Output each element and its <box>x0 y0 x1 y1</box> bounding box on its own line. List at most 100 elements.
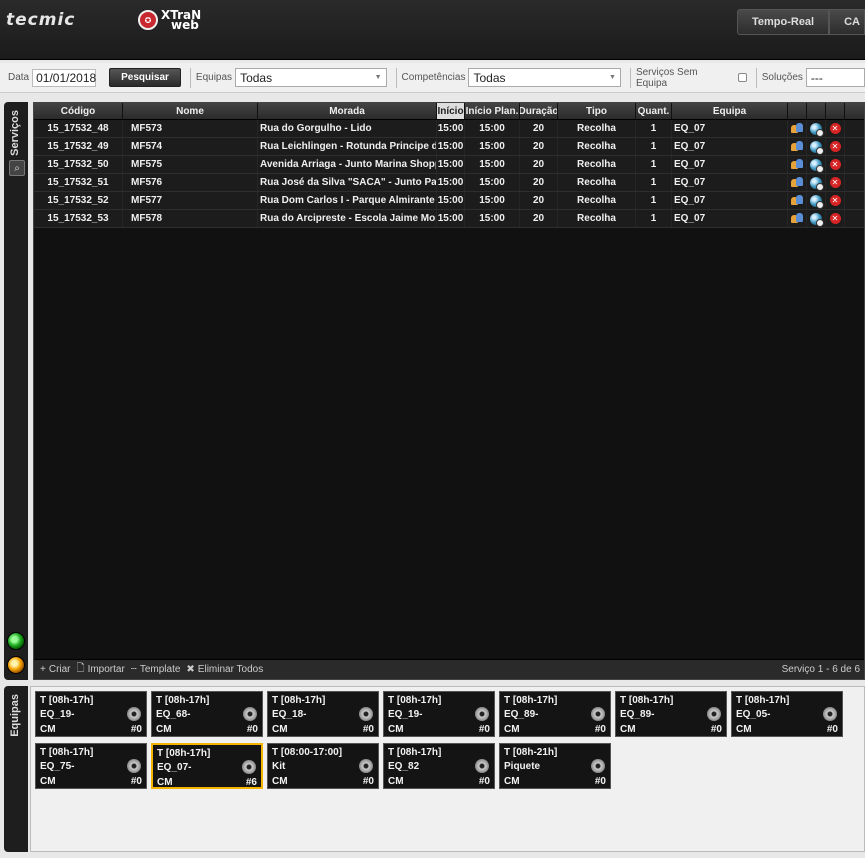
equipas-select[interactable]: Todas ▼ <box>235 68 387 87</box>
team-type: CM <box>736 724 752 735</box>
cell-equipa: EQ_07 <box>672 192 788 209</box>
globe-search-icon[interactable] <box>810 158 824 173</box>
tab-ca[interactable]: CA <box>829 9 865 35</box>
team-shift: T [08h-17h] <box>620 695 674 706</box>
cell-inicio-plan: 15:00 <box>465 210 520 227</box>
app-header: tecmic ✪ XTraN web Tempo-Real CA <box>0 0 865 60</box>
col-morada[interactable]: Morada <box>258 103 437 119</box>
cell-equipa: EQ_07 <box>672 138 788 155</box>
cell-fill <box>845 174 864 191</box>
cell-codigo: 15_17532_52 <box>34 192 123 209</box>
delete-icon[interactable]: ✕ <box>829 177 841 188</box>
cell-codigo: 15_17532_51 <box>34 174 123 191</box>
cell-quant: 1 <box>636 210 672 227</box>
table-row[interactable]: 15_17532_48 MF573 Rua do Gorgulho - Lido 15… <box>34 120 864 138</box>
team-card[interactable]: T [08h-17h] EQ_05- CM #0 <box>731 691 843 737</box>
xtran-badge-icon: ✪ <box>138 10 158 30</box>
users-icon[interactable] <box>791 177 803 188</box>
globe-search-icon[interactable] <box>810 176 824 191</box>
team-card[interactable]: T [08h-17h] EQ_82 CM #0 <box>383 743 495 789</box>
side-tab-servicos[interactable]: Serviços ⌕ <box>4 102 28 680</box>
cell-morada: Rua do Arcipreste - Escola Jaime Moniz <box>258 210 437 227</box>
col-inicio-plan[interactable]: Início Plan. <box>465 103 520 119</box>
globe-search-icon[interactable] <box>810 194 824 209</box>
delete-icon[interactable]: ✕ <box>829 159 841 170</box>
solucoes-select[interactable]: --- <box>805 68 865 87</box>
criar-button[interactable]: + Criar <box>40 664 71 675</box>
globe-search-icon[interactable] <box>810 140 824 155</box>
team-name: EQ_68- <box>156 709 191 720</box>
users-icon[interactable] <box>791 141 803 152</box>
team-card[interactable]: T [08h-21h] Piquete CM #0 <box>499 743 611 789</box>
delete-icon[interactable]: ✕ <box>829 213 841 224</box>
cell-quant: 1 <box>636 120 672 137</box>
cell-inicio-plan: 15:00 <box>465 174 520 191</box>
cell-duracao: 20 <box>520 210 558 227</box>
delete-icon[interactable]: ✕ <box>829 123 841 134</box>
users-icon-cell <box>788 138 807 155</box>
cell-inicio: 15:00 <box>437 192 465 209</box>
team-card[interactable]: T [08h-17h] EQ_89- CM #0 <box>499 691 611 737</box>
competencias-select[interactable]: Todas ▼ <box>468 68 621 87</box>
team-type: CM <box>272 776 288 787</box>
table-row[interactable]: 15_17532_51 MF576 Rua José da Silva "SACA"… <box>34 174 864 192</box>
team-count: #0 <box>362 724 374 735</box>
tab-tempo-real[interactable]: Tempo-Real <box>736 9 830 35</box>
team-card[interactable]: T [08h-17h] EQ_75- CM #0 <box>35 743 147 789</box>
eliminar-todos-button[interactable]: ✖ Eliminar Todos <box>186 664 263 675</box>
cell-tipo: Recolha <box>558 210 636 227</box>
solucoes-label: Soluções <box>761 72 803 83</box>
table-row[interactable]: 15_17532_53 MF578 Rua do Arcipreste - Esco… <box>34 210 864 228</box>
users-icon[interactable] <box>791 213 803 224</box>
cell-duracao: 20 <box>520 120 558 137</box>
team-card[interactable]: T [08:00-17:00] Kit CM #0 <box>267 743 379 789</box>
users-icon[interactable] <box>791 123 803 134</box>
team-card[interactable]: T [08h-17h] EQ_18- CM #0 <box>267 691 379 737</box>
team-shift: T [08h-17h] <box>504 695 558 706</box>
importar-button[interactable]: 🗋 Importar <box>77 661 125 678</box>
col-equipa[interactable]: Equipa <box>672 103 788 119</box>
team-card[interactable]: T [08h-17h] EQ_19- CM #0 <box>383 691 495 737</box>
side-tab-equipas[interactable]: Equipas <box>4 686 28 852</box>
team-card[interactable]: T [08h-17h] EQ_68- CM #0 <box>151 691 263 737</box>
team-card[interactable]: T [08h-17h] EQ_19- CM #0 <box>35 691 147 737</box>
team-type: CM <box>40 724 56 735</box>
disc-icon <box>707 707 721 721</box>
green-status-icon[interactable] <box>7 632 25 650</box>
delete-icon[interactable]: ✕ <box>829 195 841 206</box>
cell-quant: 1 <box>636 174 672 191</box>
col-inicio[interactable]: Início <box>437 103 465 119</box>
globe-search-icon[interactable] <box>810 122 824 137</box>
delete-icon[interactable]: ✕ <box>829 141 841 152</box>
team-card[interactable]: T [08h-17h] EQ_89- CM #0 <box>615 691 727 737</box>
table-row[interactable]: 15_17532_52 MF577 Rua Dom Carlos I - Parqu… <box>34 192 864 210</box>
users-icon-cell <box>788 120 807 137</box>
cell-quant: 1 <box>636 156 672 173</box>
team-name: Kit <box>272 761 286 772</box>
table-row[interactable]: 15_17532_50 MF575 Avenida Arriaga - Junto … <box>34 156 864 174</box>
date-input[interactable]: 01/01/2018 <box>32 68 96 87</box>
sem-equipa-checkbox[interactable] <box>737 73 747 82</box>
table-row[interactable]: 15_17532_49 MF574 Rua Leichlingen - Rotund… <box>34 138 864 156</box>
orange-status-icon[interactable] <box>7 656 25 674</box>
team-shift: T [08h-17h] <box>156 695 210 706</box>
col-quant[interactable]: Quant. <box>636 103 672 119</box>
cell-inicio-plan: 15:00 <box>465 138 520 155</box>
col-tipo[interactable]: Tipo <box>558 103 636 119</box>
disc-icon <box>475 759 489 773</box>
users-icon[interactable] <box>791 159 803 170</box>
search-icon[interactable]: ⌕ <box>9 160 25 176</box>
team-name: EQ_82 <box>388 761 420 772</box>
globe-search-icon-cell <box>807 210 826 227</box>
disc-icon <box>359 707 373 721</box>
cell-tipo: Recolha <box>558 120 636 137</box>
team-card[interactable]: T [08h-17h] EQ_07- CM #6 <box>151 743 263 789</box>
search-button[interactable]: Pesquisar <box>109 68 181 87</box>
users-icon[interactable] <box>791 195 803 206</box>
template-button[interactable]: ┄ Template <box>131 664 181 675</box>
col-nome[interactable]: Nome <box>123 103 258 119</box>
cell-tipo: Recolha <box>558 174 636 191</box>
col-duracao[interactable]: Duração <box>520 103 558 119</box>
col-codigo[interactable]: Código <box>34 103 123 119</box>
globe-search-icon[interactable] <box>810 212 824 227</box>
